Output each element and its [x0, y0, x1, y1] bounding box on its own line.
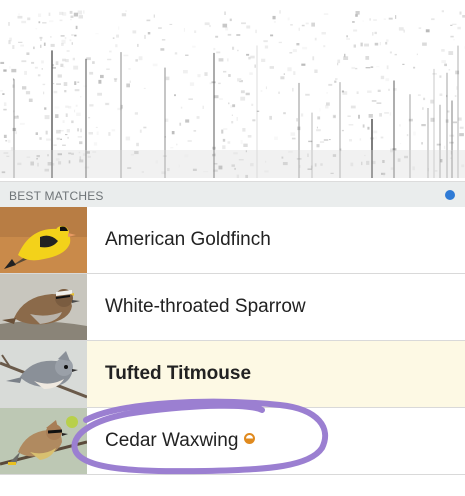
- match-name: American Goldfinch: [105, 229, 271, 250]
- best-matches-label: BEST MATCHES: [9, 189, 104, 203]
- match-name-text: Cedar Waxwing: [105, 430, 239, 451]
- match-row-white-throated-sparrow[interactable]: White-throated Sparrow: [0, 274, 465, 341]
- tufted-titmouse-photo: [0, 341, 87, 407]
- cedar-waxwing-photo: [0, 408, 87, 474]
- match-name: Cedar Waxwing: [105, 408, 256, 474]
- status-dot-icon: [445, 190, 455, 200]
- match-row-cedar-waxwing[interactable]: Cedar Waxwing: [0, 408, 465, 475]
- match-name: White-throated Sparrow: [105, 296, 306, 317]
- american-goldfinch-photo: [0, 207, 87, 273]
- match-row-american-goldfinch[interactable]: American Goldfinch: [0, 207, 465, 274]
- match-name: Tufted Titmouse: [105, 363, 252, 384]
- white-throated-sparrow-photo: [0, 274, 87, 340]
- sound-spectrogram: [0, 0, 465, 181]
- match-row-tufted-titmouse[interactable]: Tufted Titmouse: [0, 341, 465, 408]
- rare-species-icon: [244, 433, 256, 445]
- best-matches-header: BEST MATCHES: [0, 181, 465, 207]
- matches-list: American Goldfinch White-throated Sparro…: [0, 207, 465, 475]
